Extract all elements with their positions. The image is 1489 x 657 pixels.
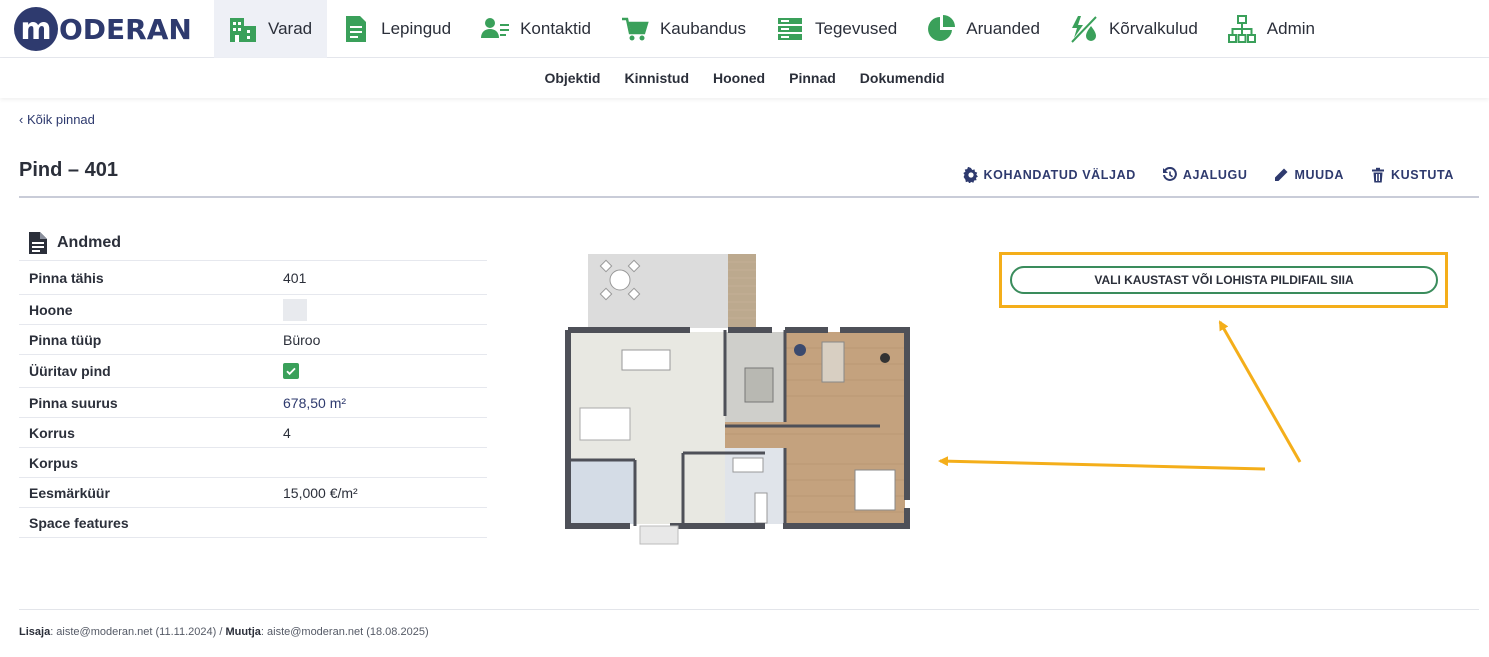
nav-label: Tegevused [815,19,898,38]
nav-label: Kaubandus [659,19,746,38]
space-details-table: Pinna tähis 401 Hoone Pinna tüüp Büroo Ü… [19,260,487,538]
nav-item-tegevused[interactable]: Tegevused [761,0,912,58]
field-label: Eesmärküür [29,484,110,501]
field-label: Pinna tüüp [29,331,102,348]
field-label: Üüritav pind [29,363,111,379]
building-placeholder[interactable] [283,298,307,321]
field-label: Pinna suurus [29,394,118,411]
subnav-hooned[interactable]: Hooned [713,70,765,86]
custom-fields-label: KOHANDATUD VÄLJAD [983,168,1136,182]
section-title: Andmed [57,234,121,251]
added-by-value: : aiste@moderan.net (11.11.2024) / [50,626,226,638]
footer-divider [19,609,1479,610]
history-label: AJALUGU [1182,168,1248,182]
nav-item-varad[interactable]: Varad [214,0,328,58]
field-label: Pinna tähis [29,269,104,286]
arrow-to-upload-button [1218,320,1302,463]
org-chart-icon [1227,15,1256,43]
field-value: 4 [283,424,291,441]
buildings-icon [230,18,256,42]
pie-chart-icon [928,15,956,41]
modified-by-label: Muutja [225,626,261,638]
trash-icon [1372,167,1384,183]
moderan-logo[interactable]: m ODERAN [14,6,192,52]
table-row: Üüritav pind [19,355,487,388]
nav-item-kaubandus[interactable]: Kaubandus [606,0,761,58]
edit-button[interactable]: MUUDA [1273,167,1344,183]
cart-icon [621,17,649,41]
tasks-icon [778,18,802,40]
subnav-pinnad[interactable]: Pinnad [789,70,836,86]
field-label: Space features [29,514,129,531]
nav-label: Kõrvalkulud [1108,19,1198,38]
delete-button[interactable]: KUSTUTA [1370,167,1454,183]
field-value [283,363,299,379]
sub-navigation: Objektid Kinnistud Hooned Pinnad Dokumen… [0,58,1489,98]
edit-label: MUUDA [1294,168,1344,182]
field-label: Korrus [29,424,75,441]
field-value: 401 [283,269,307,286]
table-row: Pinna suurus 678,50 m² [19,388,487,418]
table-row: Korrus 4 [19,418,487,448]
gear-icon [962,167,978,183]
field-value: 678,50 m² [283,394,347,411]
page-title: Pind – 401 [19,159,118,181]
delete-label: KUSTUTA [1391,168,1454,182]
history-button[interactable]: AJALUGU [1162,167,1248,183]
upload-highlight-frame: VALI KAUSTAST VÕI LOHISTA PILDIFAIL SIIA [999,252,1448,308]
nav-label: Varad [268,19,313,38]
rentable-checkbox [283,363,299,379]
nav-item-aruanded[interactable]: Aruanded [912,0,1055,58]
page-actions: KOHANDATUD VÄLJAD AJALUGU MUUDA KUSTUTA [937,167,1454,183]
field-value [283,298,307,321]
arrow-to-floor-plan [938,456,1266,471]
top-navigation-bar: m ODERAN Varad Lepingud Kontaktid Kauban… [0,0,1489,58]
field-value: 15,000 €/m² [283,484,358,501]
subnav-objektid[interactable]: Objektid [544,70,600,86]
subnav-kinnistud[interactable]: Kinnistud [624,70,689,86]
pencil-icon [1275,168,1288,181]
subnav-dokumendid[interactable]: Dokumendid [860,70,945,86]
field-value: Büroo [283,331,321,348]
nav-label: Kontaktid [520,19,591,38]
section-header: Andmed [29,232,121,254]
nav-item-admin[interactable]: Admin [1213,0,1330,58]
added-by-label: Lisaja [19,626,51,638]
logo-mark: m [14,7,58,51]
document-icon [346,16,367,42]
nav-item-kontaktid[interactable]: Kontaktid [466,0,606,58]
table-row: Hoone [19,295,487,325]
upload-image-button[interactable]: VALI KAUSTAST VÕI LOHISTA PILDIFAIL SIIA [1010,266,1438,294]
floor-plan-image [565,254,910,545]
nav-label: Aruanded [966,19,1040,38]
history-icon [1162,167,1177,181]
table-row: Space features [19,508,487,538]
back-to-all-spaces-link[interactable]: ‹ Kõik pinnad [19,112,95,127]
audit-footer: Lisaja: aiste@moderan.net (11.11.2024) /… [19,626,429,638]
field-label: Korpus [29,454,78,471]
document-icon [29,232,47,254]
title-divider [19,196,1479,198]
table-row: Pinna tüüp Büroo [19,325,487,355]
table-row: Korpus [19,448,487,478]
nav-item-lepingud[interactable]: Lepingud [327,0,466,58]
nav-label: Admin [1266,19,1315,38]
table-row: Pinna tähis 401 [19,261,487,295]
nav-label: Lepingud [381,19,452,38]
modified-by-value: : aiste@moderan.net (18.08.2025) [260,626,429,638]
checkmark-icon [286,367,296,376]
nav-item-korvalkulud[interactable]: Kõrvalkulud [1055,0,1213,58]
contact-card-icon [481,18,510,38]
custom-fields-button[interactable]: KOHANDATUD VÄLJAD [962,167,1136,183]
field-label: Hoone [29,301,73,318]
table-row: Eesmärküür 15,000 €/m² [19,478,487,508]
logo-text: ODERAN [59,12,192,46]
utilities-icon [1071,16,1097,43]
main-nav: Varad Lepingud Kontaktid Kaubandus Tegev… [214,0,1330,58]
